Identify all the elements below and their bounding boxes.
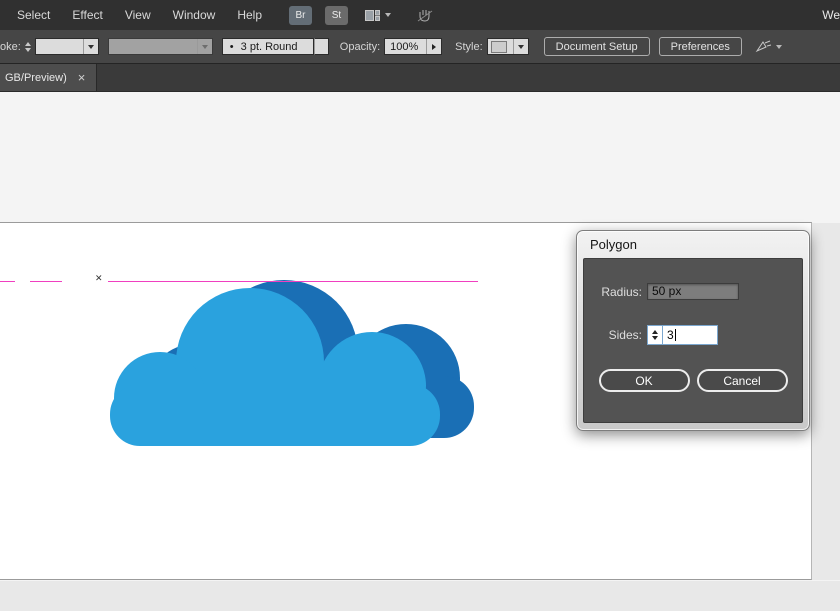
anchor-point-marker: ✕ xyxy=(95,273,103,283)
canvas: ✕ Polygon Radius: 50 px Sides: 3 OK Canc… xyxy=(0,92,840,611)
radius-input[interactable]: 50 px xyxy=(647,283,739,300)
brush-definition-value: 3 pt. Round xyxy=(240,40,298,53)
document-setup-button[interactable]: Document Setup xyxy=(543,37,650,56)
chevron-down-icon xyxy=(82,39,98,54)
chevron-down-icon xyxy=(512,39,528,54)
stock-button[interactable]: St xyxy=(325,5,348,25)
sides-row: Sides: 3 xyxy=(584,325,802,345)
menu-effect[interactable]: Effect xyxy=(61,0,113,30)
document-tab[interactable]: GB/Preview) × xyxy=(0,64,98,91)
ok-button[interactable]: OK xyxy=(598,369,690,392)
graphic-style-combo[interactable] xyxy=(486,38,529,55)
tab-bar: GB/Preview) × xyxy=(0,64,840,92)
workspace-switcher[interactable] xyxy=(365,9,391,21)
brush-definition-combo[interactable]: • 3 pt. Round xyxy=(221,38,314,55)
radius-label: Radius: xyxy=(601,284,642,299)
radius-row: Radius: 50 px xyxy=(584,283,802,300)
illustrator-window: Select Effect View Window Help Br St We … xyxy=(0,0,840,611)
stroke-label: oke: xyxy=(0,40,21,53)
opacity-input[interactable]: 100% xyxy=(384,38,443,55)
tab-close-icon[interactable]: × xyxy=(78,71,86,84)
tool-options-button[interactable] xyxy=(755,40,782,53)
chevron-right-icon xyxy=(426,39,441,54)
dialog-title[interactable]: Polygon xyxy=(577,231,809,252)
stepper-down-icon xyxy=(24,47,31,52)
workspace-icon xyxy=(365,9,380,21)
stepper-down-icon[interactable] xyxy=(652,336,658,340)
chevron-down-icon xyxy=(385,13,391,17)
sides-label: Sides: xyxy=(608,328,642,342)
control-bar: oke: • 3 pt. Round Opacity: 100% Style: … xyxy=(0,30,840,64)
guide-line xyxy=(108,281,478,282)
hand-icon xyxy=(417,10,433,22)
pasteboard-bottom xyxy=(0,581,840,611)
document-tab-title: GB/Preview) xyxy=(5,71,67,84)
dialog-buttons: OK Cancel xyxy=(584,369,802,392)
menubar-right-text: We xyxy=(822,8,840,22)
guide-line xyxy=(0,281,15,282)
polygon-dialog: Polygon Radius: 50 px Sides: 3 OK Cancel xyxy=(576,230,810,431)
style-label: Style: xyxy=(455,40,483,53)
sides-input[interactable]: 3 xyxy=(662,325,718,345)
dialog-body: Radius: 50 px Sides: 3 OK Cancel xyxy=(583,258,803,423)
menu-bar: Select Effect View Window Help Br St We xyxy=(0,0,840,30)
style-swatch xyxy=(490,40,507,53)
stepper-up-icon xyxy=(24,41,31,46)
cloud-front-shape xyxy=(110,288,440,446)
tool-options-icon xyxy=(755,40,772,53)
chevron-down-icon xyxy=(196,39,212,54)
stroke-weight-stepper[interactable] xyxy=(24,41,31,52)
cloud-artwork[interactable] xyxy=(100,278,480,450)
opacity-value: 100% xyxy=(390,40,419,53)
sides-stepper[interactable] xyxy=(647,325,662,345)
variable-width-profile-combo xyxy=(107,38,213,55)
menu-window[interactable]: Window xyxy=(162,0,227,30)
cancel-button[interactable]: Cancel xyxy=(696,369,788,392)
chevron-down-icon xyxy=(775,44,782,49)
stroke-weight-combo[interactable] xyxy=(34,38,99,55)
pasteboard-right xyxy=(812,223,840,580)
guide-line xyxy=(30,281,62,282)
touch-gesture-icon[interactable] xyxy=(417,8,433,22)
menu-help[interactable]: Help xyxy=(226,0,273,30)
preferences-button[interactable]: Preferences xyxy=(658,37,742,56)
menu-select[interactable]: Select xyxy=(6,0,61,30)
bridge-button[interactable]: Br xyxy=(289,5,312,25)
stepper-up-icon[interactable] xyxy=(652,330,658,334)
text-caret xyxy=(674,329,676,341)
sides-value: 3 xyxy=(667,328,674,342)
brush-preview-dot: • xyxy=(229,40,234,53)
opacity-label: Opacity: xyxy=(339,40,381,53)
menu-view[interactable]: View xyxy=(114,0,162,30)
brush-definition-chevron[interactable] xyxy=(313,38,329,55)
